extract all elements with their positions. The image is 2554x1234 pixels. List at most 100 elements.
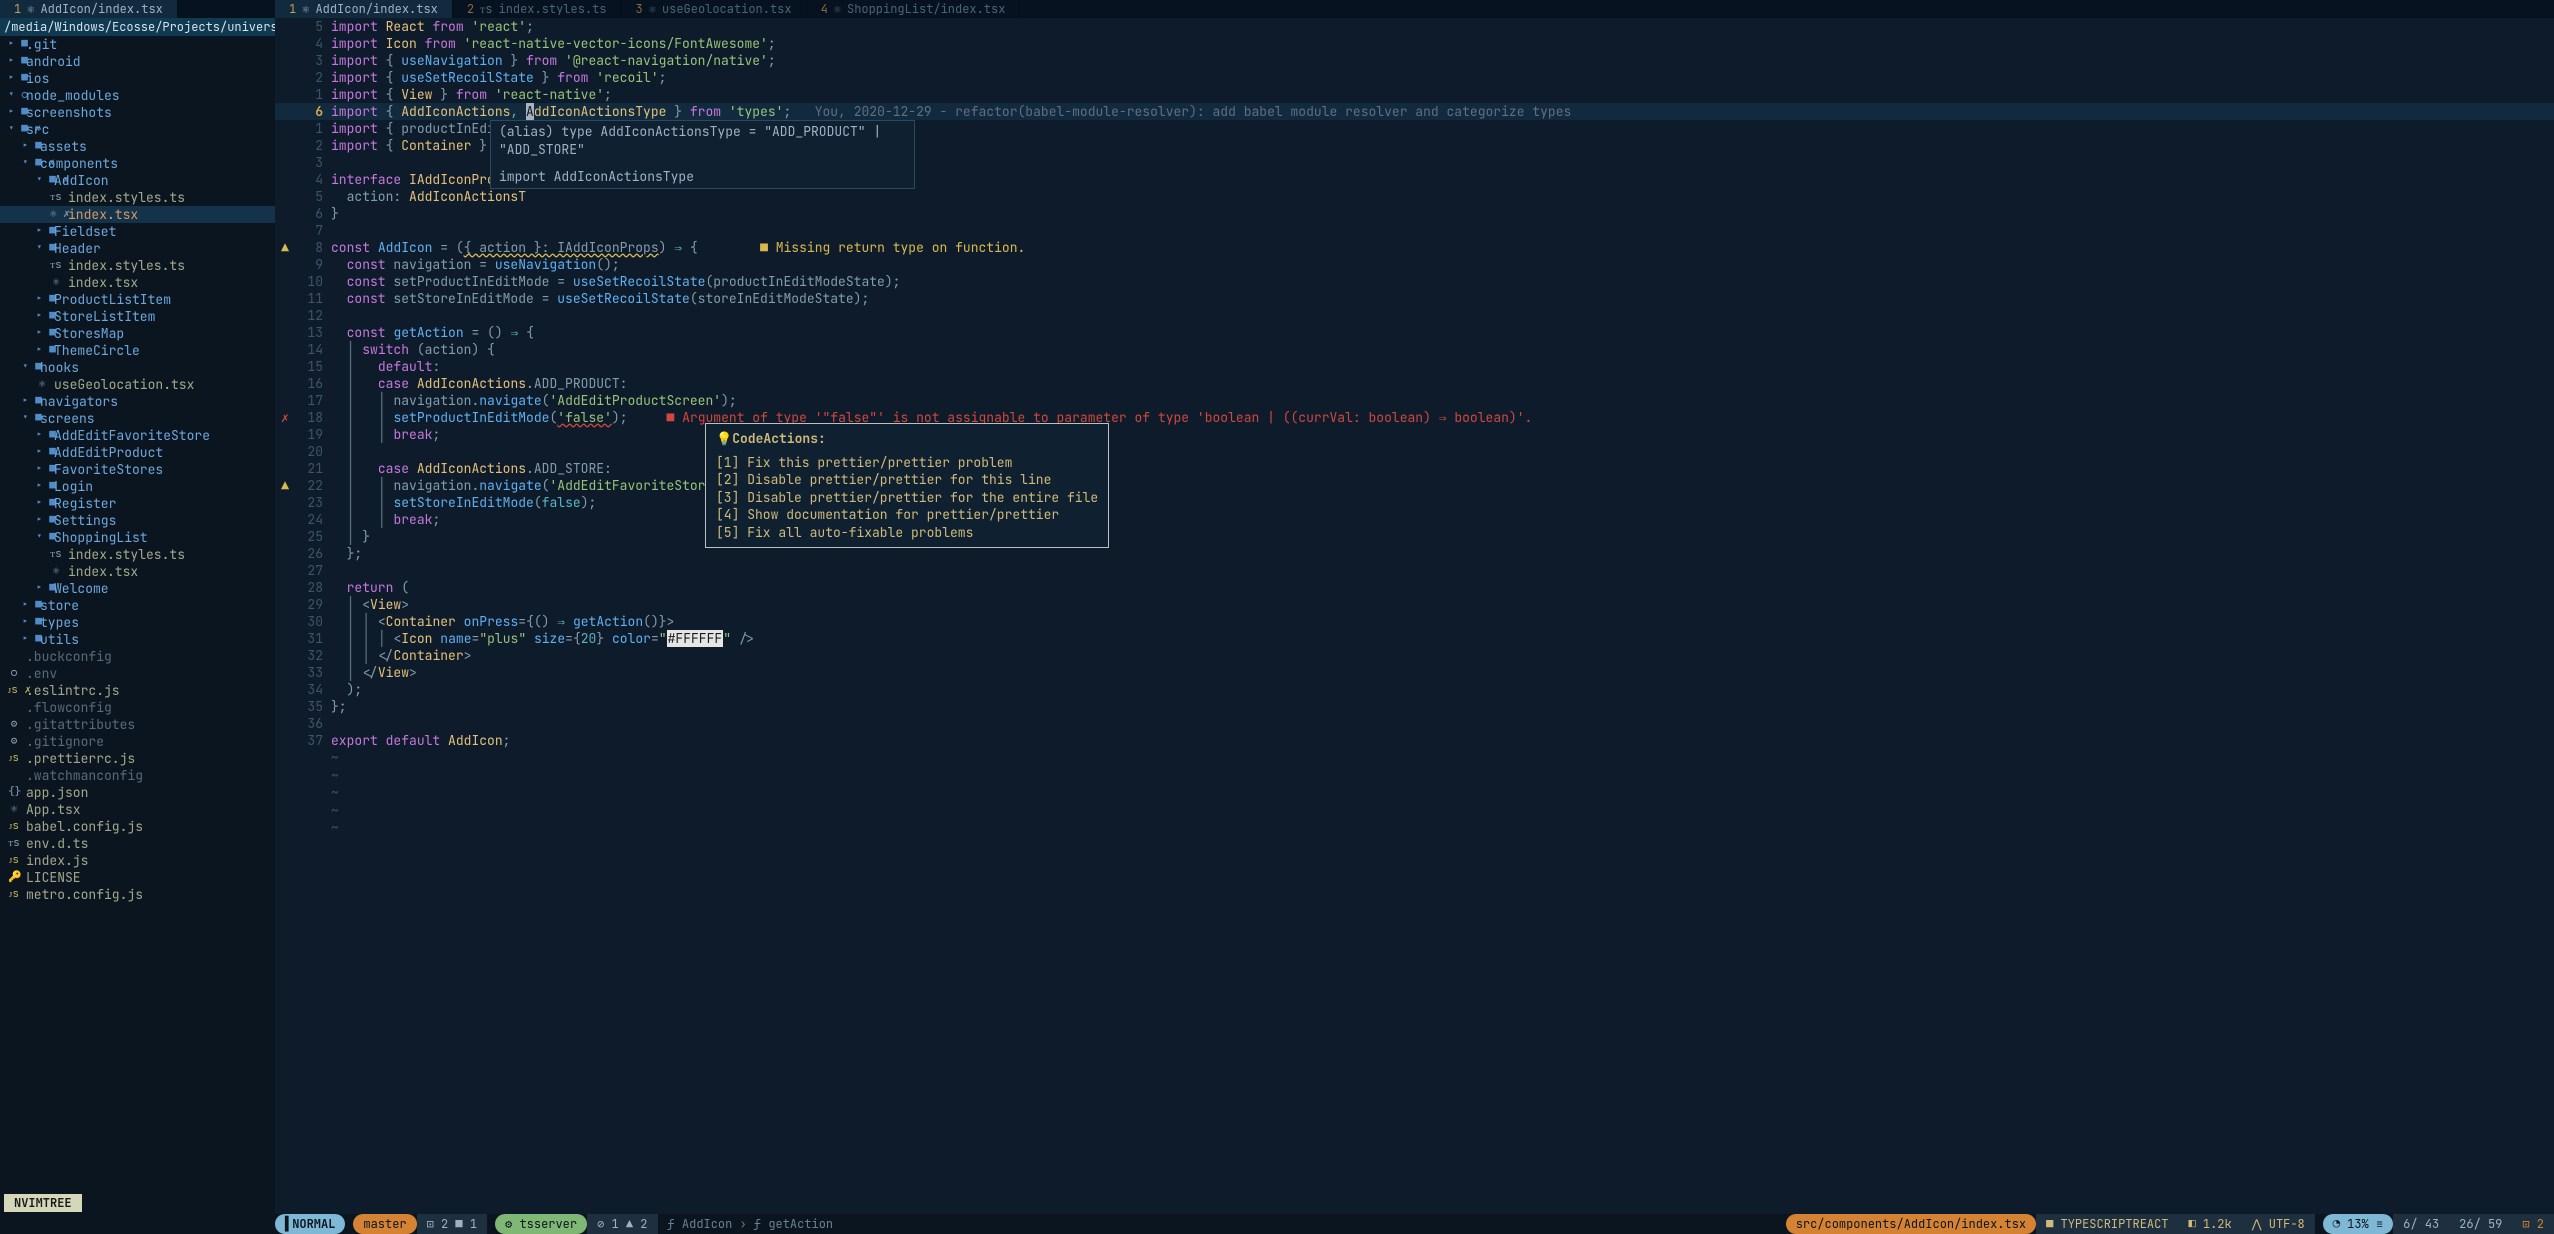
tree-item[interactable]: ▸ ■AddEditFavoriteStore: [0, 427, 275, 444]
folder-icon: ▾ ○: [8, 88, 20, 103]
tree-item[interactable]: ▸ ■utils: [0, 631, 275, 648]
tree-item[interactable]: ᴊs ✗.eslintrc.js: [0, 682, 275, 699]
tree-item-label: index.styles.ts: [68, 546, 185, 564]
tree-item[interactable]: ᴊs.prettierrc.js: [0, 750, 275, 767]
code-area[interactable]: 5import React from 'react'; 4import Icon…: [275, 18, 2554, 1214]
status-pos-2: 26/ 59: [2449, 1214, 2512, 1234]
tree-item[interactable]: ▸ ■screenshots: [0, 104, 275, 121]
tree-item-label: ProductListItem: [54, 291, 171, 309]
tree-item[interactable]: .watchmanconfig: [0, 767, 275, 784]
tree-item[interactable]: ▸ ■Fieldset: [0, 223, 275, 240]
tree-item[interactable]: ▸ ■.git: [0, 36, 275, 53]
tab-title: index.styles.ts: [499, 1, 607, 17]
folder-icon: ▾ ■: [36, 241, 48, 256]
tree-item[interactable]: ▸ ■ ProductListItem: [0, 291, 275, 308]
tree-item-label: index.tsx: [68, 563, 138, 581]
folder-icon: ▾ ■: [36, 530, 48, 545]
folder-icon: ▸ ■: [8, 105, 20, 120]
tree-item[interactable]: ▸ ■android: [0, 53, 275, 70]
tree-item[interactable]: ▸ ■types: [0, 614, 275, 631]
folder-icon: ▸ ■: [22, 632, 34, 647]
code-action-item[interactable]: [1] Fix this prettier/prettier problem: [716, 454, 1098, 472]
tree-item[interactable]: ⚛index.tsx: [0, 274, 275, 291]
editor-tab[interactable]: 2ᴛsindex.styles.ts: [453, 0, 622, 18]
file-icon: ⚙: [8, 734, 20, 749]
tree-item[interactable]: ▾ ■ ✗src: [0, 121, 275, 138]
file-icon: ⚛: [50, 275, 62, 290]
status-filesize: ◧ 1.2k: [2179, 1214, 2242, 1234]
file-icon: 🔑: [8, 870, 20, 885]
tree-item[interactable]: ▾ ■ShoppingList: [0, 529, 275, 546]
tree-item[interactable]: ᴛsindex.styles.ts: [0, 189, 275, 206]
tree-item[interactable]: ⚛ ✗index.tsx: [0, 206, 275, 223]
tree-item[interactable]: ▸ ■StoreListItem: [0, 308, 275, 325]
tree-item[interactable]: .buckconfig: [0, 648, 275, 665]
tree-item-label: StoresMap: [54, 325, 124, 343]
tree-item[interactable]: ▸ ■ThemeCircle: [0, 342, 275, 359]
cursor-line: 6import { AddIconActions, AddIconActions…: [275, 103, 2554, 120]
file-icon: ᴊs: [8, 751, 20, 766]
tree-item-label: navigators: [40, 393, 118, 411]
tree-item[interactable]: {} app.json: [0, 784, 275, 801]
tree-item-label: Settings: [54, 512, 116, 530]
tree-item[interactable]: ▾ ○node_modules: [0, 87, 275, 104]
tree-item[interactable]: ▸ ■navigators: [0, 393, 275, 410]
tree-item-label: index.styles.ts: [68, 257, 185, 275]
tree-item[interactable]: .flowconfig: [0, 699, 275, 716]
tree-item[interactable]: ▸ ■store: [0, 597, 275, 614]
code-action-item[interactable]: [3] Disable prettier/prettier for the en…: [716, 489, 1098, 507]
tree-item[interactable]: ⚙.gitattributes: [0, 716, 275, 733]
tree-item[interactable]: ᴊsindex.js: [0, 852, 275, 869]
folder-icon: ▸ ■: [36, 513, 48, 528]
tree-item[interactable]: ▸ ■StoresMap: [0, 325, 275, 342]
file-icon: ᴛs: [50, 258, 62, 273]
code-action-item[interactable]: [4] Show documentation for prettier/pret…: [716, 506, 1098, 524]
tree-item[interactable]: ▾ ■ ✗AddIcon: [0, 172, 275, 189]
lsp-status: ⚙ tsserver: [495, 1214, 587, 1234]
editor-tab[interactable]: 4⚛ShoppingList/index.tsx: [807, 0, 1021, 18]
editor-tab[interactable]: 1⚛AddIcon/index.tsx: [275, 0, 453, 18]
tree-item-label: AddEditFavoriteStore: [54, 427, 210, 445]
tree-item[interactable]: ᴊsmetro.config.js: [0, 886, 275, 903]
tree-item[interactable]: ⚛App.tsx: [0, 801, 275, 818]
file-icon: {}: [8, 785, 20, 800]
tree-item[interactable]: ▸ ■AddEditProduct: [0, 444, 275, 461]
tree-item[interactable]: ⚙.gitignore: [0, 733, 275, 750]
tree-item[interactable]: ▸ ■Welcome: [0, 580, 275, 597]
nvimtree-label: NVIMTREE: [4, 1194, 82, 1212]
tree-item[interactable]: ⚛index.tsx: [0, 563, 275, 580]
tree-item[interactable]: ▾ ■screens: [0, 410, 275, 427]
file-icon: ᴊs: [8, 819, 20, 834]
tree-item-label: index.js: [26, 852, 88, 870]
lsp-diagnostics: ⊘ 1 ▲ 2: [587, 1214, 657, 1234]
tree-item[interactable]: ᴊsbabel.config.js: [0, 818, 275, 835]
tree-item[interactable]: ▾ ■hooks: [0, 359, 275, 376]
editor-tab[interactable]: 3⚛useGeolocation.tsx: [622, 0, 807, 18]
tree-item[interactable]: ▸ ■assets: [0, 138, 275, 155]
tree-item[interactable]: ▾ ■Header: [0, 240, 275, 257]
tree-item[interactable]: ▸ ■ios: [0, 70, 275, 87]
tree-tab[interactable]: 1 ⚛ AddIcon/index.tsx: [0, 0, 178, 18]
code-action-item[interactable]: [5] Fix all auto-fixable problems: [716, 524, 1098, 542]
tree-item[interactable]: 🔑LICENSE: [0, 869, 275, 886]
file-icon: ᴛs: [8, 836, 20, 851]
tree-item[interactable]: ᴛs index.styles.ts: [0, 257, 275, 274]
tree-item-label: .buckconfig: [26, 648, 112, 666]
tree-item[interactable]: ▸ ■FavoriteStores: [0, 461, 275, 478]
tree-item-label: Welcome: [54, 580, 109, 598]
folder-icon: ▸ ■: [36, 292, 48, 307]
tree-item[interactable]: ○.env: [0, 665, 275, 682]
tree-item[interactable]: ▾ ■ ✗components: [0, 155, 275, 172]
tree-item-label: Register: [54, 495, 116, 513]
folder-icon: ▸ ■: [22, 615, 34, 630]
tree-item[interactable]: ⚛useGeolocation.tsx: [0, 376, 275, 393]
tree-item[interactable]: ▸ ■ Settings: [0, 512, 275, 529]
tree-item[interactable]: ᴛsenv.d.ts: [0, 835, 275, 852]
tree-item[interactable]: ▸ ■ Register: [0, 495, 275, 512]
folder-icon: ▸ ■: [36, 496, 48, 511]
tree-item[interactable]: ▸ ■Login: [0, 478, 275, 495]
tree-item-label: app.json: [26, 784, 88, 802]
code-actions-popup[interactable]: 💡💡CodeActions:CodeActions: [1] Fix this …: [705, 423, 1109, 548]
tree-item[interactable]: ᴛsindex.styles.ts: [0, 546, 275, 563]
code-action-item[interactable]: [2] Disable prettier/prettier for this l…: [716, 471, 1098, 489]
